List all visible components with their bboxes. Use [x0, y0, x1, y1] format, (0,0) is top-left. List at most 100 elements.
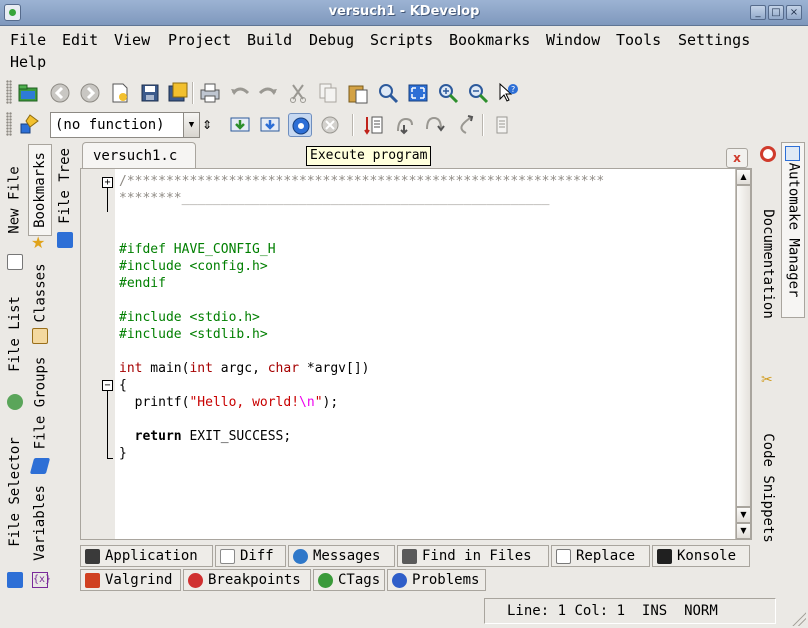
execute-icon[interactable] [288, 113, 312, 137]
minimize-button[interactable]: _ [750, 5, 766, 20]
menu-project[interactable]: Project [166, 30, 233, 50]
tab-file-groups[interactable]: File Groups [28, 350, 52, 456]
tab-konsole[interactable]: Konsole [652, 545, 750, 567]
tab-replace[interactable]: Replace [551, 545, 650, 567]
menu-file[interactable]: File [8, 30, 48, 50]
tab-breakpoints[interactable]: Breakpoints [183, 569, 311, 591]
cut-icon[interactable] [286, 81, 310, 105]
status-bar: Line: 1 Col: 1 INS NORM [0, 596, 808, 628]
keyword: char [267, 361, 300, 376]
scissors-icon: ✂ [761, 372, 773, 388]
tab-problems[interactable]: Problems [387, 569, 486, 591]
menu-help[interactable]: Help [8, 52, 48, 72]
code-line: #endif [119, 276, 166, 291]
close-window-button[interactable]: × [786, 5, 802, 20]
back-icon[interactable] [48, 81, 72, 105]
new-file-icon[interactable] [108, 81, 132, 105]
code-line: return EXIT_SUCCESS; [119, 428, 735, 445]
paste-icon[interactable] [346, 81, 370, 105]
code-line: #include <config.h> [119, 259, 268, 274]
step-into-icon[interactable] [392, 113, 416, 137]
install-icon[interactable] [258, 113, 282, 137]
toolbar-grip[interactable] [6, 112, 12, 136]
function-selector-value: (no function) [55, 117, 165, 133]
left-dock-outer: New File File List File Selector [2, 140, 28, 596]
splitter-handle-icon[interactable]: ⇕ [202, 116, 212, 134]
fullscreen-icon[interactable] [406, 81, 430, 105]
tab-file-tree[interactable]: File Tree [54, 144, 76, 228]
redo-icon[interactable] [256, 81, 280, 105]
zoom-in-icon[interactable] [436, 81, 460, 105]
scroll-down-icon[interactable]: ▼ [736, 523, 751, 539]
fold-collapse-icon[interactable]: − [102, 380, 113, 391]
scroll-down-icon[interactable]: ▼ [736, 507, 751, 523]
bookmark-icon[interactable] [362, 113, 386, 137]
tab-file-list[interactable]: File List [2, 286, 28, 382]
stop-icon[interactable] [318, 113, 342, 137]
menu-view[interactable]: View [112, 30, 152, 50]
class-browser-icon[interactable] [18, 113, 42, 137]
build-icon[interactable] [228, 113, 252, 137]
menu-tools[interactable]: Tools [614, 30, 663, 50]
tab-file-tree-label: File Tree [57, 148, 74, 224]
konsole-icon [657, 549, 672, 564]
step-out-icon[interactable] [454, 113, 478, 137]
forward-icon[interactable] [78, 81, 102, 105]
open-project-icon[interactable] [16, 81, 40, 105]
tab-new-file[interactable]: New File [2, 144, 28, 256]
tab-diff[interactable]: Diff [215, 545, 286, 567]
scrollbar-thumb[interactable] [736, 185, 751, 507]
code-text: argc, [212, 361, 268, 376]
zoom-out-icon[interactable] [466, 81, 490, 105]
tab-automake-manager[interactable]: Automake Manager [781, 142, 805, 318]
col-label: Col: [574, 603, 609, 619]
maximize-button[interactable]: □ [768, 5, 784, 20]
string-literal: "Hello, world! [189, 395, 300, 410]
scroll-up-icon[interactable]: ▲ [736, 169, 751, 185]
menu-debug[interactable]: Debug [307, 30, 356, 50]
close-tab-button[interactable]: x [726, 148, 748, 168]
chevron-down-icon[interactable]: ▼ [183, 113, 199, 137]
editor-tab-versuch1[interactable]: versuch1.c [82, 142, 196, 170]
undo-icon[interactable] [228, 81, 252, 105]
tab-valgrind[interactable]: Valgrind [80, 569, 181, 591]
tab-file-selector[interactable]: File Selector [2, 422, 28, 562]
function-selector-combo[interactable]: (no function) ▼ [50, 112, 200, 138]
tab-bookmarks[interactable]: Bookmarks [28, 144, 52, 236]
step-over-icon[interactable] [422, 113, 446, 137]
whats-this-icon[interactable]: ? [496, 81, 520, 105]
print-icon[interactable] [198, 81, 222, 105]
toolbar-separator [352, 114, 354, 136]
toolbar-grip[interactable] [6, 80, 12, 104]
title-bar[interactable]: versuch1 - KDevelop _ □ × [0, 0, 808, 26]
copy-icon[interactable] [316, 81, 340, 105]
tab-ctags[interactable]: CTags [313, 569, 385, 591]
code-area[interactable]: /***************************************… [119, 173, 735, 462]
menu-bookmarks[interactable]: Bookmarks [447, 30, 532, 50]
save-all-icon[interactable] [166, 81, 190, 105]
tab-documentation[interactable]: Documentation [756, 164, 780, 364]
fold-expand-icon[interactable]: + [102, 177, 113, 188]
code-editor[interactable]: + − /***********************************… [80, 168, 752, 540]
menu-window[interactable]: Window [544, 30, 602, 50]
menu-build[interactable]: Build [245, 30, 294, 50]
menu-settings[interactable]: Settings [676, 30, 752, 50]
memory-view-icon[interactable] [490, 113, 514, 137]
tab-application[interactable]: Application [80, 545, 213, 567]
menu-edit[interactable]: Edit [60, 30, 100, 50]
menu-scripts[interactable]: Scripts [368, 30, 435, 50]
tab-classes[interactable]: Classes [28, 260, 52, 326]
code-line: /***************************************… [119, 174, 605, 189]
tab-messages[interactable]: Messages [288, 545, 395, 567]
tab-find-in-files[interactable]: Find in Files [397, 545, 549, 567]
tab-label: Valgrind [105, 572, 173, 588]
code-text: *argv[]) [299, 361, 370, 376]
editor-vertical-scrollbar[interactable]: ▲ ▼ ▼ [735, 169, 751, 539]
resize-grip[interactable] [792, 612, 806, 626]
tab-variables[interactable]: Variables [28, 480, 52, 566]
tab-code-snippets[interactable]: Code Snippets [756, 394, 780, 582]
find-icon[interactable] [376, 81, 400, 105]
save-icon[interactable] [138, 81, 162, 105]
